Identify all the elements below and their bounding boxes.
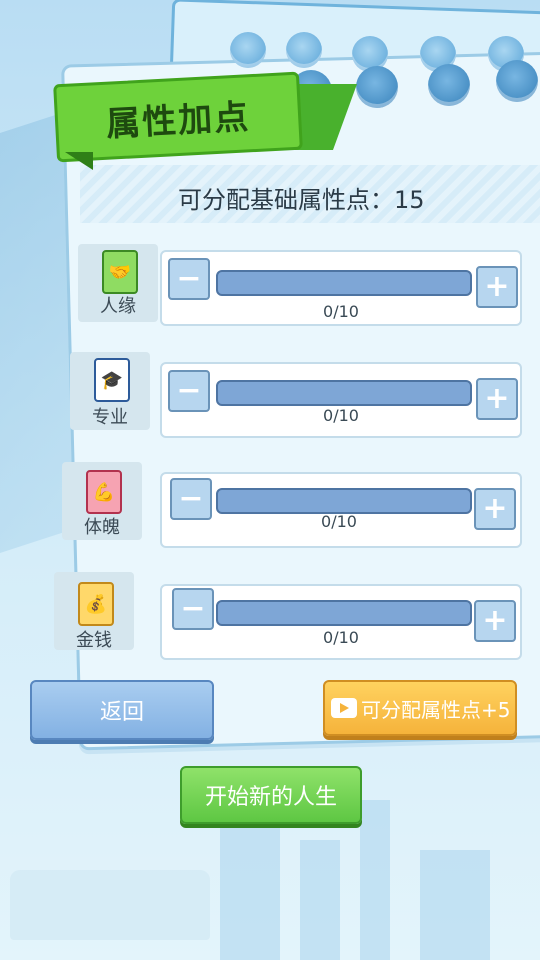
available-points: 可分配基础属性点：15 (178, 186, 425, 214)
video-icon (331, 698, 357, 718)
binder-hole (496, 60, 538, 102)
minus-button[interactable]: − (168, 258, 210, 300)
graduation-cap-icon: 🎓 (94, 358, 130, 402)
attribute-label: 金钱 (76, 630, 112, 651)
add-points-video-button[interactable]: 可分配属性点+5 (323, 680, 517, 736)
start-new-life-button[interactable]: 开始新的人生 (180, 766, 362, 824)
binder-ring (230, 32, 266, 68)
plus-button[interactable]: + (474, 488, 516, 530)
minus-button[interactable]: − (172, 588, 214, 630)
plus-button[interactable]: + (476, 266, 518, 308)
binder-ring (286, 32, 322, 68)
start-button-label: 开始新的人生 (204, 785, 337, 810)
attribute-label: 专业 (92, 407, 128, 428)
minus-button[interactable]: − (168, 370, 210, 412)
attribute-value: 0/10 (323, 406, 359, 425)
attribute-progress-bar (216, 270, 472, 296)
title-ribbon: 属性加点 (53, 71, 358, 170)
plus-button[interactable]: + (476, 378, 518, 420)
back-button[interactable]: 返回 (30, 680, 214, 740)
city-skyline (420, 850, 490, 960)
handshake-icon: 🤝 (102, 250, 138, 294)
attribute-value: 0/10 (323, 302, 359, 321)
attribute-progress-bar (216, 488, 472, 514)
city-skyline (220, 820, 280, 960)
attribute-label: 人缘 (100, 296, 136, 317)
coin-bag-icon: 💰 (78, 582, 114, 626)
binder-hole (428, 64, 470, 106)
bus-decoration (10, 870, 210, 940)
attribute-value: 0/10 (321, 512, 357, 531)
back-button-label: 返回 (99, 700, 144, 725)
muscle-arm-icon: 💪 (86, 470, 122, 514)
attribute-progress-bar (216, 380, 472, 406)
plus-button[interactable]: + (474, 600, 516, 642)
ribbon-main: 属性加点 (53, 71, 303, 163)
city-skyline (300, 840, 340, 960)
city-skyline (360, 800, 390, 960)
add-points-label: 可分配属性点+5 (361, 697, 511, 722)
attribute-value: 0/10 (323, 628, 359, 647)
attribute-progress-bar (216, 600, 472, 626)
attribute-label: 体魄 (84, 517, 120, 538)
page-title: 属性加点 (105, 96, 252, 145)
binder-hole (356, 66, 398, 108)
minus-button[interactable]: − (170, 478, 212, 520)
